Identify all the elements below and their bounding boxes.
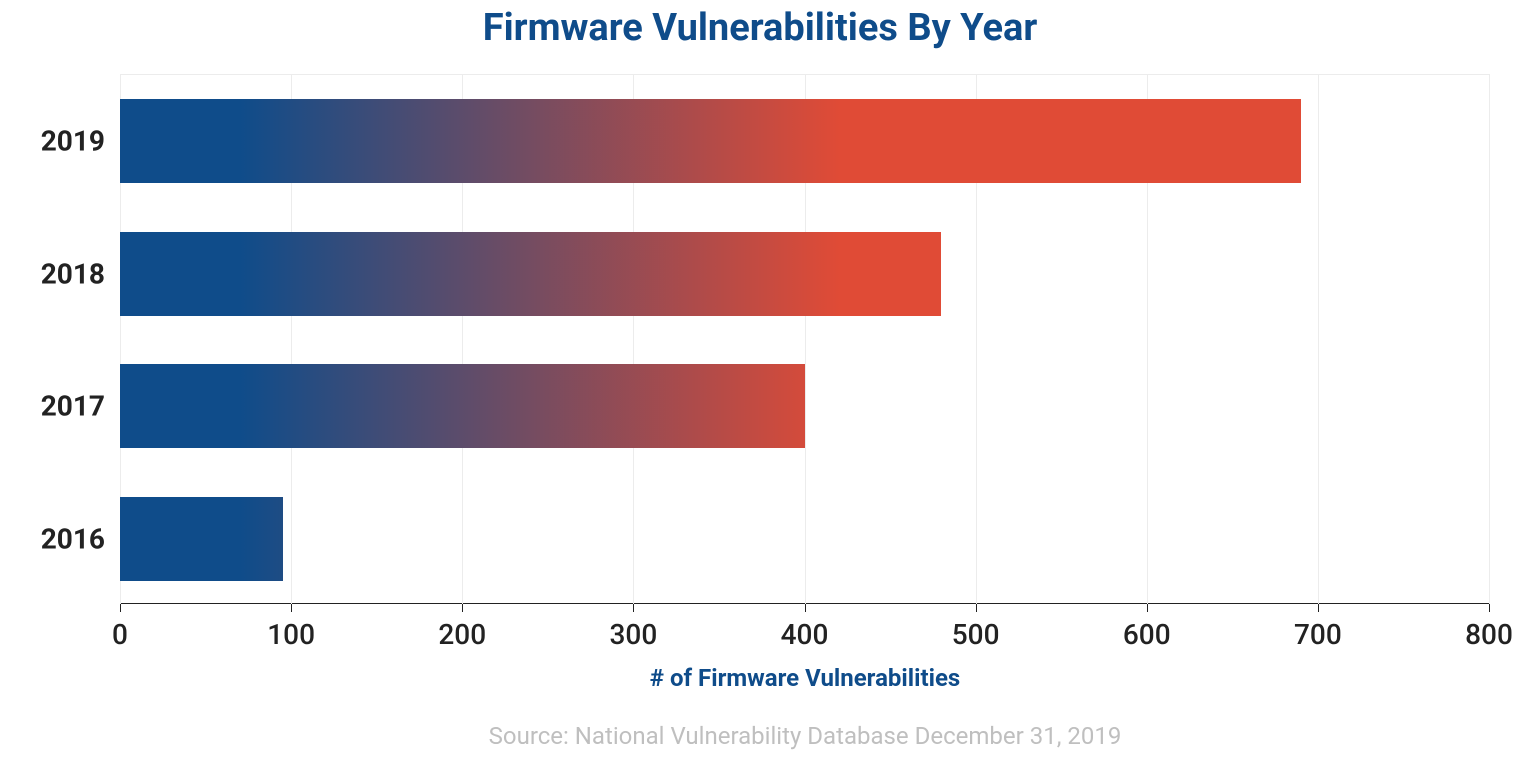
source-label: Source: National Vulnerability Database …: [120, 722, 1490, 750]
x-tick-label: 300: [610, 604, 658, 651]
x-tick-label: 500: [952, 604, 1000, 651]
bar: [120, 497, 283, 581]
bar: [120, 232, 941, 316]
x-tick-label: 100: [267, 604, 315, 651]
grid-line: [1318, 75, 1319, 604]
chart: 0100200300400500600700800201920182017201…: [120, 74, 1490, 750]
x-tick-label: 800: [1465, 604, 1513, 651]
x-tick-label: 700: [1294, 604, 1342, 651]
grid-line: [1489, 75, 1490, 604]
x-tick-label: 200: [438, 604, 486, 651]
y-category-label: 2016: [10, 522, 105, 555]
x-tick-label: 0: [112, 604, 128, 651]
x-axis-label: # of Firmware Vulnerabilities: [120, 664, 1490, 692]
y-category-label: 2019: [10, 125, 105, 158]
y-category-label: 2017: [10, 390, 105, 423]
bar: [120, 364, 805, 448]
x-tick-label: 600: [1123, 604, 1171, 651]
y-category-label: 2018: [10, 257, 105, 290]
bar: [120, 99, 1301, 183]
x-tick-label: 400: [781, 604, 829, 651]
plot-area: 0100200300400500600700800201920182017201…: [120, 74, 1490, 604]
page-title: Firmware Vulnerabilities By Year: [0, 0, 1520, 74]
